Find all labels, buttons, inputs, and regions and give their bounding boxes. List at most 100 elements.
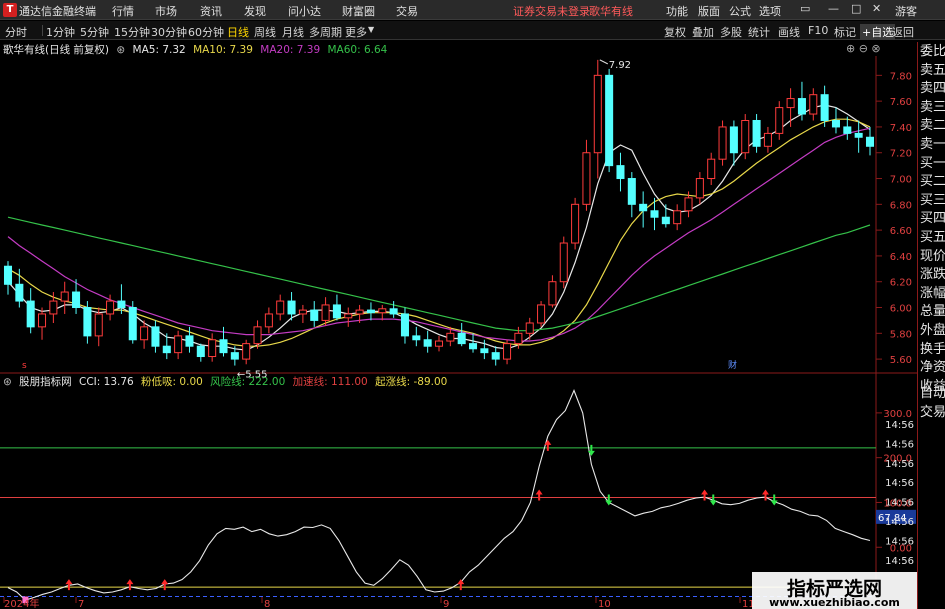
indicator-name: 股朋指标网	[19, 376, 72, 388]
chart-nav-icons[interactable]: ⊕ ⊖ ⊗	[846, 42, 881, 55]
fuquan-button[interactable]: 复权	[664, 24, 686, 40]
side-panel-item[interactable]: 卖五	[920, 61, 945, 80]
candle-down	[616, 165, 625, 180]
menu-gongneng[interactable]: 功能	[666, 3, 688, 19]
stock-title: 歌华有线(日线 前复权)	[3, 44, 110, 56]
period-30min[interactable]: 30分钟	[151, 24, 187, 40]
add-favorite-button[interactable]: +自选	[860, 24, 896, 40]
login-warning[interactable]: 证券交易未登录	[513, 3, 590, 19]
buy-arrow-up	[161, 579, 169, 591]
side-panel-item[interactable]: 买一	[920, 154, 945, 173]
menu-jiaoyi[interactable]: 交易	[396, 3, 418, 19]
draw-line-button[interactable]: 画线	[778, 24, 800, 40]
quote-side-panel: 委比 卖五 卖四 卖三 卖二 卖一 买一 买二 买三 买四 买五 现价 涨跌 涨幅 总量 外盘 换手 净资 收益 自动…	[917, 42, 945, 609]
price-tick-label: 6.00	[890, 304, 912, 315]
candle-down	[230, 352, 239, 360]
kline-chart[interactable]: 7.80 7.60 7.40 7.20 7.00 6.80 6.60 6.40 6.20 6.00…	[0, 56, 917, 609]
candle-down	[423, 339, 432, 347]
candle-up	[321, 304, 330, 321]
period-fenshi[interactable]: 分时	[5, 24, 27, 40]
menu-banmian[interactable]: 版面	[698, 3, 720, 19]
candle-down	[196, 345, 205, 358]
period-15min[interactable]: 15分钟	[114, 24, 150, 40]
back-button[interactable]: 返回	[892, 24, 914, 40]
price-tick-label: 6.40	[890, 252, 912, 263]
candle-down	[117, 300, 126, 309]
cci-value: CCI: 13.76	[79, 376, 134, 388]
period-more[interactable]: 更多	[345, 24, 367, 40]
menu-xuanxiang[interactable]: 选项	[759, 3, 781, 19]
period-week[interactable]: 周线	[254, 24, 276, 40]
period-1min[interactable]: 1分钟	[46, 24, 75, 40]
mark-button[interactable]: 标记	[834, 24, 856, 40]
period-day[interactable]: 日线	[227, 24, 249, 40]
side-panel-item[interactable]: 卖一	[920, 135, 945, 154]
side-panel-item[interactable]: 委比	[920, 42, 945, 61]
user-guest[interactable]: 游客	[895, 3, 917, 19]
menu-gongshi[interactable]: 公式	[729, 3, 751, 19]
period-multi[interactable]: 多周期	[309, 24, 342, 40]
candles	[3, 59, 875, 366]
toolbar-divider	[42, 25, 43, 36]
menu-hangqing[interactable]: 行情	[112, 3, 134, 19]
menu-wenxiaoda[interactable]: 问小达	[288, 3, 321, 19]
close-icon[interactable]: ✕	[872, 2, 881, 15]
side-panel-item[interactable]: 买三	[920, 191, 945, 210]
menu-zixun[interactable]: 资讯	[200, 3, 222, 19]
chevron-down-icon[interactable]: ▼	[368, 25, 374, 34]
side-panel-item[interactable]: 买四	[920, 209, 945, 228]
candle-down	[491, 352, 500, 360]
side-panel-item[interactable]: 涨幅	[920, 284, 945, 303]
candle-up	[582, 152, 591, 205]
candle-down	[151, 326, 160, 347]
field-fengxianxian: 风险线: 222.00	[210, 376, 286, 388]
field-jiasuxian: 加速线: 111.00	[292, 376, 368, 388]
side-panel-item[interactable]: 总量	[920, 302, 945, 321]
side-panel-item[interactable]: 外盘	[920, 321, 945, 340]
side-panel-item[interactable]: 换手	[920, 340, 945, 359]
statistics-button[interactable]: 统计	[748, 24, 770, 40]
x-tick-label: 2024年	[4, 597, 39, 609]
indicator-settings-icon[interactable]: ⊛	[3, 376, 12, 388]
cci-line	[7, 389, 871, 601]
time-tick-label: 14:56	[885, 517, 914, 528]
side-panel-auto-trade[interactable]: 自动	[920, 384, 945, 403]
ma-settings-icon[interactable]: ⊛	[116, 44, 125, 56]
side-panel-item[interactable]: 卖三	[920, 98, 945, 117]
candle-up	[548, 281, 557, 306]
side-panel-item[interactable]: 卖四	[920, 79, 945, 98]
menu-caifuquan[interactable]: 财富圈	[342, 3, 375, 19]
side-panel-auto-trade[interactable]: 交易	[920, 403, 945, 422]
time-tick-label: 14:56	[885, 536, 914, 547]
f10-button[interactable]: F10	[808, 24, 828, 37]
menu-shichang[interactable]: 市场	[155, 3, 177, 19]
candle-up	[140, 326, 149, 341]
ma10-line	[7, 118, 871, 347]
candle-up	[503, 343, 512, 360]
cci-tick-label: 300.0	[883, 409, 912, 420]
period-5min[interactable]: 5分钟	[80, 24, 109, 40]
maximize-icon[interactable]: □	[851, 2, 861, 15]
minimize-icon[interactable]: —	[828, 2, 839, 15]
period-60min[interactable]: 60分钟	[188, 24, 224, 40]
side-panel-item[interactable]: 买二	[920, 172, 945, 191]
side-panel-item[interactable]: 卖二	[920, 116, 945, 135]
overlay-button[interactable]: 叠加	[692, 24, 714, 40]
candle-down	[185, 335, 194, 347]
side-panel-item[interactable]: 买五	[920, 228, 945, 247]
candle-up	[264, 313, 273, 328]
candle-up	[695, 178, 704, 199]
multi-stock-button[interactable]: 多股	[720, 24, 742, 40]
side-panel-item[interactable]: 现价	[920, 247, 945, 266]
ma10-label: MA10: 7.39	[193, 44, 253, 56]
side-panel-item[interactable]: 净资	[920, 358, 945, 377]
restore-icon[interactable]: ▭	[800, 2, 810, 15]
period-month[interactable]: 月线	[282, 24, 304, 40]
candle-down	[752, 119, 761, 147]
side-panel-item[interactable]: 涨跌	[920, 265, 945, 284]
menu-faxian[interactable]: 发现	[244, 3, 266, 19]
candle-up	[673, 210, 682, 225]
candle-down	[72, 291, 81, 309]
candle-down	[389, 308, 398, 315]
ma60-label: MA60: 6.64	[327, 44, 388, 56]
